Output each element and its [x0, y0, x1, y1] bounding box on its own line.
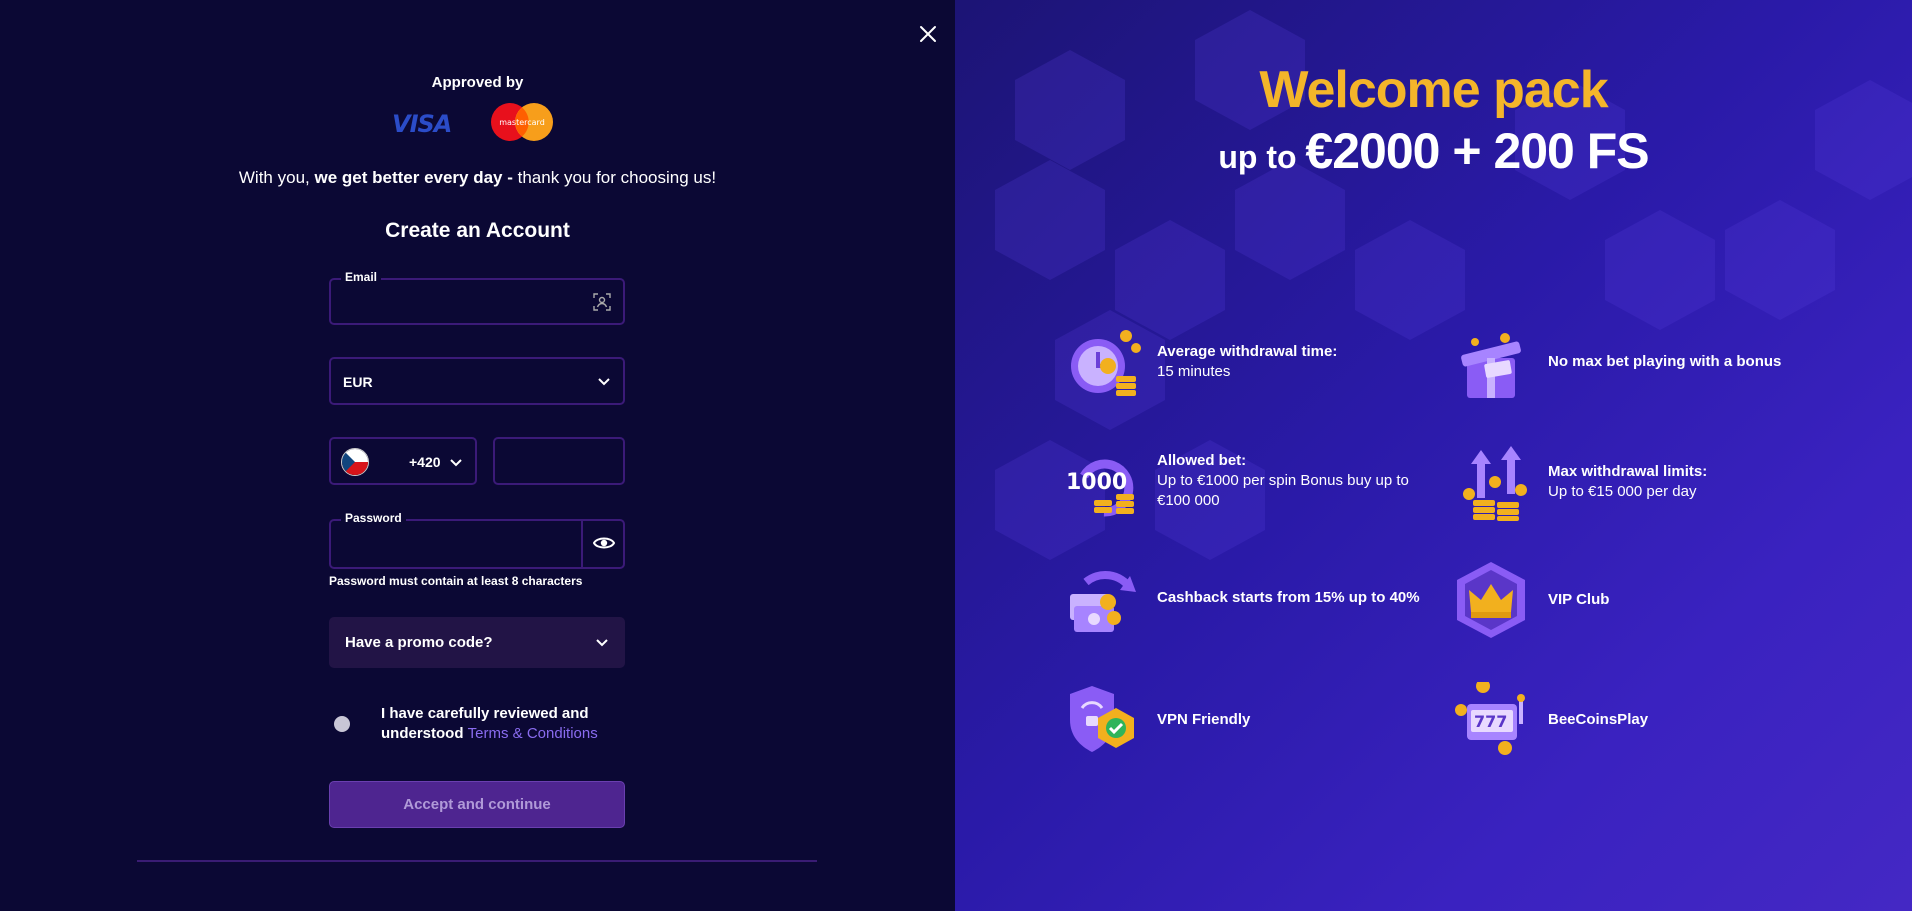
country-code: +420 — [409, 454, 441, 470]
feature-desc: Up to €1000 per spin Bonus buy up to €10… — [1157, 472, 1409, 509]
signup-panel: Approved by VISA mastercard With you, we… — [0, 0, 955, 911]
chevron-down-icon — [596, 639, 608, 647]
feature-title: Cashback starts from 15% up to 40% — [1157, 589, 1420, 606]
slot-machine-icon: 777 — [1455, 682, 1525, 755]
password-field[interactable]: Password — [329, 511, 625, 569]
feature-title: No max bet playing with a bonus — [1548, 353, 1782, 370]
divider — [137, 860, 817, 862]
phone-input[interactable] — [493, 437, 625, 485]
country-code-select[interactable]: +420 — [329, 437, 477, 485]
gift-box-icon — [1461, 333, 1521, 398]
feature-title: Max withdrawal limits: — [1548, 463, 1708, 480]
payment-logos: VISA mastercard — [392, 100, 557, 144]
tagline: With you, we get better every day - than… — [238, 168, 717, 187]
promo-label: Have a promo code? — [345, 634, 493, 651]
feature-title: Allowed bet: — [1157, 452, 1247, 469]
close-icon[interactable] — [918, 24, 938, 44]
visa-logo: VISA — [392, 110, 452, 138]
feature-title: VIP Club — [1548, 591, 1610, 608]
page-title: Create an Account — [385, 219, 570, 242]
welcome-panel: Welcome pack up to €2000 + 200 FS Averag… — [955, 0, 1912, 911]
eye-icon — [593, 537, 615, 549]
svg-text:1000: 1000 — [1066, 470, 1127, 495]
clock-coins-icon — [1071, 330, 1141, 396]
welcome-title: Welcome pack — [1259, 61, 1608, 119]
bet-1000-icon: 1000 — [1066, 459, 1134, 517]
terms-text: I have carefully reviewed and understood… — [381, 705, 598, 742]
autofill-contact-icon[interactable] — [593, 293, 611, 311]
cashback-icon — [1070, 571, 1136, 632]
approved-by-label: Approved by — [431, 74, 524, 91]
feature-title: Average withdrawal time: — [1157, 343, 1338, 360]
chevron-down-icon — [450, 459, 462, 467]
vpn-shield-icon — [1070, 686, 1134, 752]
chevron-down-icon — [598, 378, 610, 386]
crown-icon — [1457, 562, 1525, 638]
email-field[interactable]: Email — [329, 270, 625, 325]
password-label: Password — [341, 511, 406, 525]
feature-desc: Up to €15 000 per day — [1548, 483, 1697, 500]
feature-title: BeeCoinsPlay — [1548, 711, 1649, 728]
password-hint: Password must contain at least 8 charact… — [329, 574, 583, 588]
welcome-subtitle: up to €2000 + 200 FS — [1218, 123, 1649, 179]
currency-value: EUR — [343, 374, 373, 390]
svg-text:mastercard: mastercard — [499, 118, 545, 127]
currency-select[interactable]: EUR — [329, 357, 625, 405]
email-label: Email — [341, 270, 382, 284]
czech-flag-icon — [341, 448, 369, 476]
terms-link[interactable]: Terms & Conditions — [468, 725, 598, 742]
show-password-button[interactable] — [581, 521, 623, 567]
promo-code-toggle[interactable]: Have a promo code? — [329, 617, 625, 668]
svg-text:777: 777 — [1474, 712, 1507, 731]
feature-desc: 15 minutes — [1157, 363, 1231, 380]
mastercard-logo: mastercard — [491, 103, 553, 141]
terms-checkbox[interactable] — [334, 716, 350, 732]
feature-title: VPN Friendly — [1157, 711, 1251, 728]
arrows-coins-icon — [1463, 446, 1527, 521]
accept-continue-button[interactable]: Accept and continue — [329, 781, 625, 828]
